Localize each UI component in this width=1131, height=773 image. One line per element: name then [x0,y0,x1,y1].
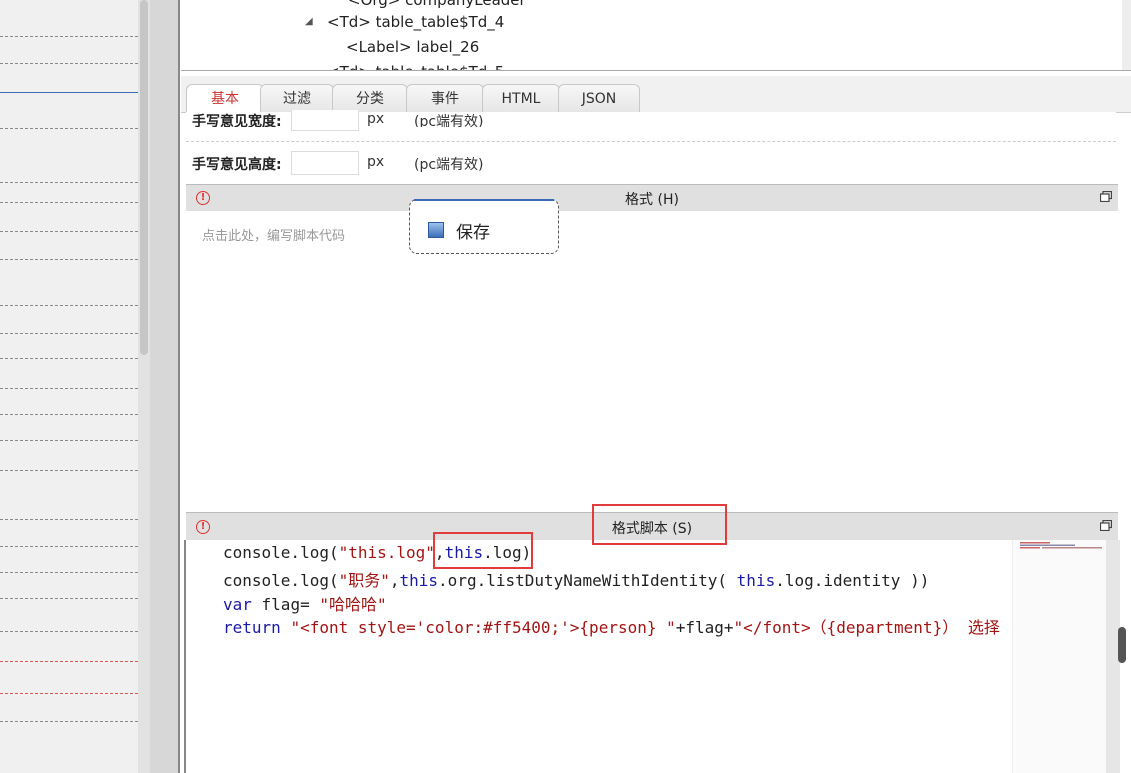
left-row-divider [0,631,138,632]
left-row-divider [0,388,138,389]
left-row-divider [0,546,138,547]
code-minimap[interactable] [1012,540,1107,773]
left-row-divider [0,721,138,722]
maximize-icon[interactable] [1100,191,1112,202]
code-keyword: this [399,571,439,590]
left-row-divider [0,36,138,37]
left-row-divider [0,182,138,183]
editor-border [184,540,186,773]
handwriting-width-input[interactable] [291,110,359,131]
tab-category[interactable]: 分类 [332,84,408,112]
left-row-divider [0,414,138,415]
handwriting-height-label: 手写意见高度: [192,157,282,173]
tab-html[interactable]: HTML [482,84,560,112]
format-editor[interactable] [186,211,1118,511]
code-line-2[interactable]: console.log("职务",this.org.listDutyNameWi… [223,567,929,591]
height-hint: (pc端有效) [414,157,484,173]
tab-filter[interactable]: 过滤 [260,84,334,112]
expand-triangle-icon[interactable]: ◢ [305,16,313,27]
left-row-divider [0,333,138,334]
tab-events[interactable]: 事件 [406,84,484,112]
highlight-box [592,504,727,545]
left-row-divider [0,231,138,232]
code-token: console.log( [223,543,339,562]
left-row-divider [0,63,138,64]
format-section-title: 格式 (H) [625,192,679,208]
tree-scrollbar[interactable] [1122,0,1131,70]
handwriting-width-label: 手写意见宽度: [192,114,282,127]
width-unit: px [367,111,385,127]
code-line-4[interactable]: return "<font style='color:#ff5400;'>{pe… [223,614,1011,638]
code-keyword: var [223,595,252,614]
left-scrollbar-thumb[interactable] [140,0,148,355]
left-row-divider [0,305,138,306]
left-row-divider [0,259,138,260]
left-row-divider [0,572,138,573]
left-row-divider [0,693,138,694]
format-placeholder[interactable]: 点击此处，编写脚本代码 [202,225,345,244]
code-string: "哈哈哈" [319,595,387,614]
tree-node[interactable]: <Org> companyLeader [348,0,526,9]
code-string: "this.log" [338,543,435,562]
tree-node[interactable]: <Td> table_table$Td_4 [327,13,504,31]
code-token: console.log( [223,571,339,590]
width-hint: (pc端有效) [414,114,484,127]
pane-splitter-line [178,0,180,773]
code-string: "</font>（{department}） 选择 [733,618,1000,637]
left-row-divider [0,470,138,471]
left-row-divider [0,358,138,359]
code-string: "职务" [338,571,390,590]
save-popup-accent [414,199,554,201]
editor-scrollbar-thumb[interactable] [1118,627,1126,663]
height-unit: px [367,154,385,170]
code-token: +flag+ [675,618,734,637]
save-icon[interactable] [428,222,444,238]
pane-splitter[interactable] [150,0,180,773]
tab-json[interactable]: JSON [558,84,640,112]
handwriting-height-input[interactable] [291,151,359,175]
minimap-preview [1020,542,1102,549]
maximize-icon[interactable] [1100,520,1112,531]
save-button[interactable]: 保存 [456,218,490,243]
code-keyword: return [223,618,281,637]
left-row-divider [0,519,138,520]
code-token: .log.identity )) [775,571,930,590]
code-keyword: this [736,571,776,590]
tree-node[interactable]: <Label> label_26 [346,38,479,56]
left-panel [0,0,150,773]
code-string: "<font style='color:#ff5400;'>{person} " [290,618,676,637]
code-token: , [389,571,400,590]
code-token: .org.listDutyNameWithIdentity( [438,571,737,590]
left-row-divider [0,202,138,203]
left-row-divider [0,661,138,662]
property-divider [186,141,1116,142]
tab-basic[interactable]: 基本 [186,84,264,112]
left-row-divider [0,440,138,441]
code-token: flag= [251,595,320,614]
code-line-3[interactable]: var flag= "哈哈哈" [223,591,387,615]
highlight-box [433,532,533,569]
left-row-divider [0,598,138,599]
format-section-header: ! 格式 (H) [186,184,1118,212]
tree-node[interactable]: <Td> table_table$Td_5 [327,63,504,70]
left-row-divider [0,128,138,129]
structure-tree [181,0,1131,71]
left-row-divider [0,92,138,93]
